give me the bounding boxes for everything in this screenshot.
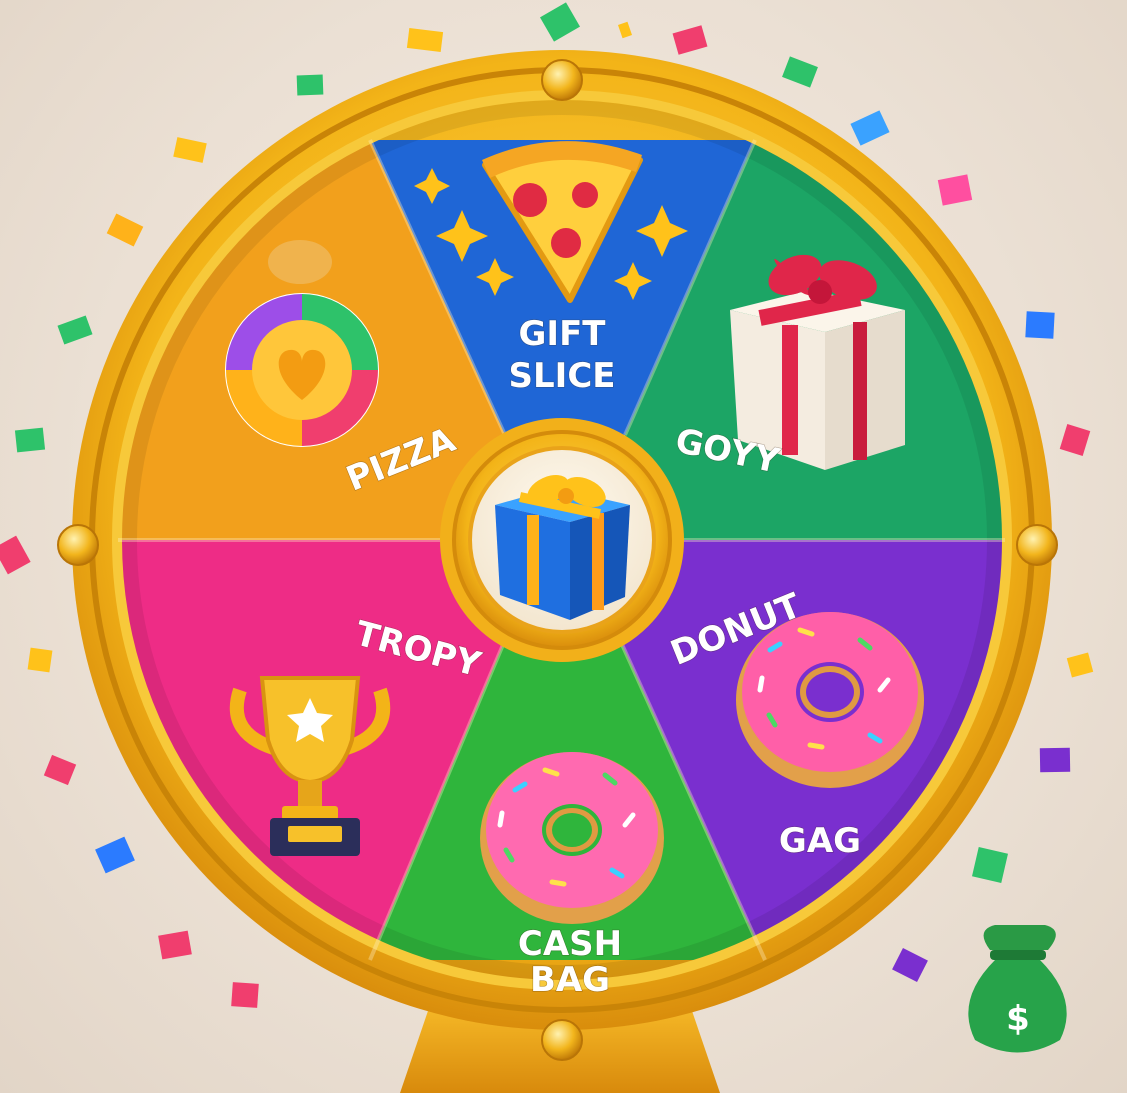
confetti-piece [27,647,53,673]
confetti-piece [158,930,192,960]
confetti-piece [0,535,31,575]
confetti-piece [95,836,135,874]
center-hub-button[interactable] [440,418,684,662]
confetti-piece [617,21,633,39]
confetti-piece [14,427,46,453]
rim-peg [57,524,99,566]
confetti-piece [296,74,324,96]
rim-peg [1016,524,1058,566]
confetti-piece [672,25,708,55]
confetti-piece [1059,424,1091,456]
confetti-piece [850,110,890,146]
confetti-piece [1066,652,1094,678]
confetti-piece [1025,311,1055,339]
confetti-piece [540,2,580,42]
rim-peg [541,1019,583,1061]
money-bag-symbol: $ [1006,999,1030,1039]
segment-label-bottom: CASH BAG [518,924,622,1000]
segment-label-extra: GAG [779,821,861,861]
confetti-piece [43,754,77,786]
spin-wheel-scene: GIFT SLICEGOYYDONUTCASH BAGTROPYPIZZAGAG $ [0,2,1094,1093]
donut-icon [480,752,664,924]
confetti-piece [972,847,1008,883]
money-bag-icon[interactable]: $ [968,925,1067,1053]
confetti-piece [782,56,818,88]
confetti-piece [106,213,144,247]
confetti-piece [892,947,928,983]
confetti-piece [406,28,444,52]
confetti-piece [173,137,207,163]
confetti-piece [937,174,973,206]
rim-peg [541,59,583,101]
confetti-piece [57,315,93,345]
confetti-piece [231,982,259,1008]
confetti-piece [1039,747,1071,773]
